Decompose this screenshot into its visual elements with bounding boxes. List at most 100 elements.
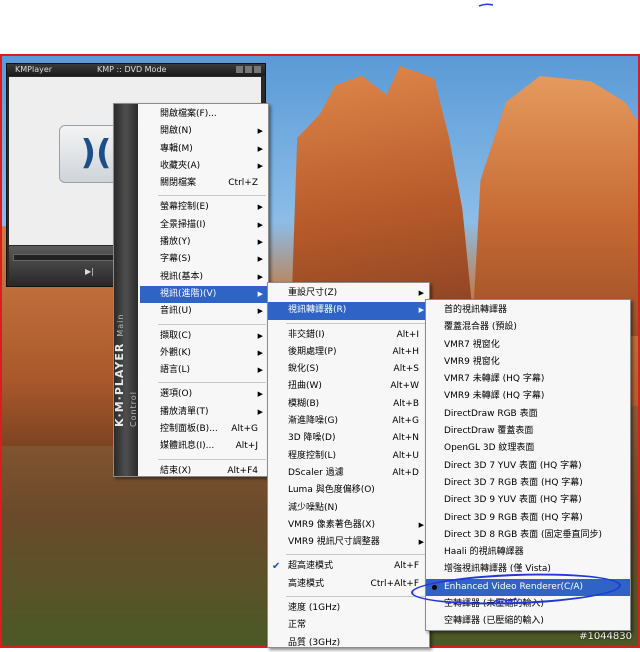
video-menu-item[interactable]: 模糊(B) Alt+B bbox=[268, 396, 429, 413]
menu-item-label: 視訊(進階)(V) bbox=[160, 288, 217, 299]
renderer-menu-item[interactable]: DirectDraw RGB 表面 bbox=[426, 406, 630, 423]
menu-item-shortcut: Alt+B bbox=[393, 398, 419, 409]
menu-brand-strip: K·M·PLAYERMain Control bbox=[113, 104, 138, 476]
menu-separator bbox=[286, 596, 427, 598]
menu-separator bbox=[158, 382, 266, 384]
play-icon[interactable]: ▶| bbox=[85, 267, 94, 276]
renderer-menu-item[interactable]: Direct 3D 9 RGB 表面 (HQ 字幕) bbox=[426, 510, 630, 527]
minimize-icon[interactable] bbox=[236, 66, 243, 73]
renderer-menu-item[interactable]: VMR9 視窗化 bbox=[426, 354, 630, 371]
main-menu-item[interactable]: 視訊(進階)(V) ▶ bbox=[140, 285, 268, 304]
video-menu-item[interactable]: 視訊轉譯器(R) ▶ bbox=[268, 302, 429, 320]
menu-item-label: 品質 (3GHz) bbox=[288, 637, 341, 648]
menu-item-label: 視訊轉譯器(R) bbox=[288, 305, 347, 316]
video-menu-item[interactable]: 正常 bbox=[268, 617, 429, 634]
menu-item-shortcut: Ctrl+Z bbox=[228, 178, 258, 189]
main-menu-item[interactable]: 收藏夾(A) ▶ bbox=[140, 158, 268, 175]
main-menu-item[interactable]: 語言(L) ▶ bbox=[140, 362, 268, 379]
menu-item-shortcut: Alt+H bbox=[392, 346, 420, 357]
video-menu-item[interactable]: 速度 (1GHz) bbox=[268, 600, 429, 617]
video-menu-item[interactable]: 非交錯(I) Alt+I bbox=[268, 327, 429, 344]
main-menu-item[interactable]: 字幕(S) ▶ bbox=[140, 251, 268, 268]
video-menu-item[interactable]: 重設尺寸(Z) ▶ bbox=[268, 285, 429, 302]
main-menu-item[interactable]: 螢幕控制(E) ▶ bbox=[140, 199, 268, 216]
renderer-menu-item[interactable]: 覆蓋混合器 (預設) bbox=[426, 319, 630, 336]
video-menu-item[interactable]: 漸進降噪(G) Alt+G bbox=[268, 413, 429, 430]
video-menu-item[interactable]: 3D 降噪(D) Alt+N bbox=[268, 430, 429, 447]
menu-item-label: 開啟(N) bbox=[160, 126, 192, 137]
submenu-arrow-icon: ▶ bbox=[257, 220, 263, 229]
menu-item-label: VMR7 未轉譯 (HQ 字幕) bbox=[444, 374, 545, 385]
video-menu-item[interactable]: 銳化(S) Alt+S bbox=[268, 361, 429, 378]
menu-item-label: DScaler 過濾 bbox=[288, 467, 344, 478]
video-menu-item[interactable]: 後期處理(P) Alt+H bbox=[268, 344, 429, 361]
renderer-menu-item[interactable]: Direct 3D 8 RGB 表面 (固定垂直同步) bbox=[426, 527, 630, 544]
menu-item-shortcut: Alt+F4 bbox=[227, 465, 258, 476]
main-menu-item[interactable]: 媒體訊息(I)... Alt+J bbox=[140, 438, 268, 455]
menu-item-shortcut: Alt+G bbox=[231, 424, 258, 435]
video-menu-item[interactable]: DScaler 過濾 Alt+D bbox=[268, 465, 429, 482]
menu-item-label: 漸進降噪(G) bbox=[288, 416, 338, 427]
menu-item-label: Direct 3D 8 RGB 表面 (固定垂直同步) bbox=[444, 529, 603, 540]
rock-formation bbox=[472, 76, 638, 336]
submenu-arrow-icon: ▶ bbox=[257, 289, 263, 298]
menu-item-label: 擷取(C) bbox=[160, 330, 192, 341]
video-menu-item[interactable]: Luma 與色度偏移(O) bbox=[268, 482, 429, 499]
maximize-icon[interactable] bbox=[245, 66, 252, 73]
app-title: KMPlayer bbox=[15, 65, 53, 74]
main-menu-item[interactable]: 播放清單(T) ▶ bbox=[140, 404, 268, 421]
main-menu-item[interactable]: 關閉檔案 Ctrl+Z bbox=[140, 175, 268, 192]
video-menu-item[interactable]: 減少噪點(N) bbox=[268, 500, 429, 517]
menu-item-label: Direct 3D 7 RGB 表面 (HQ 字幕) bbox=[444, 477, 583, 488]
main-menu-item[interactable]: 控制面板(B)... Alt+G bbox=[140, 421, 268, 438]
submenu-arrow-icon: ▶ bbox=[257, 144, 263, 153]
main-menu-item[interactable]: 結束(X) Alt+F4 bbox=[140, 463, 268, 480]
main-menu-item[interactable]: 視訊(基本) ▶ bbox=[140, 269, 268, 286]
renderer-menu-item[interactable]: VMR7 未轉譯 (HQ 字幕) bbox=[426, 371, 630, 388]
renderer-menu-item[interactable]: 空轉譯器 (已壓縮的輸入) bbox=[426, 613, 630, 630]
menu-item-label: 銳化(S) bbox=[288, 364, 319, 375]
renderer-menu-item[interactable]: Direct 3D 9 YUV 表面 (HQ 字幕) bbox=[426, 492, 630, 509]
menu-item-label: VMR9 未轉譯 (HQ 字幕) bbox=[444, 391, 545, 402]
rock-formation bbox=[291, 66, 472, 306]
renderer-menu-item[interactable]: Direct 3D 7 RGB 表面 (HQ 字幕) bbox=[426, 475, 630, 492]
main-menu-item[interactable]: 音訊(U) ▶ bbox=[140, 303, 268, 320]
title-bar[interactable]: KMPlayer KMP :: DVD Mode bbox=[7, 64, 265, 76]
main-menu-item[interactable]: 開啟檔案(F)... bbox=[140, 106, 268, 123]
renderer-menu-item[interactable]: Direct 3D 7 YUV 表面 (HQ 字幕) bbox=[426, 458, 630, 475]
menu-separator bbox=[286, 554, 427, 556]
menu-item-label: 全景掃描(I) bbox=[160, 219, 206, 230]
main-menu-item[interactable]: 擷取(C) ▶ bbox=[140, 328, 268, 345]
main-menu-item[interactable]: 播放(Y) ▶ bbox=[140, 234, 268, 251]
menu-item-shortcut: Alt+W bbox=[390, 381, 419, 392]
main-menu-item[interactable]: 外觀(K) ▶ bbox=[140, 345, 268, 362]
video-menu-item[interactable]: VMR9 視訊尺寸調整器 ▶ bbox=[268, 534, 429, 551]
renderer-menu-item[interactable]: VMR9 未轉譯 (HQ 字幕) bbox=[426, 388, 630, 405]
menu-item-label: 非交錯(I) bbox=[288, 329, 325, 340]
menu-item-label: 重設尺寸(Z) bbox=[288, 288, 338, 298]
video-menu-item[interactable]: 扭曲(W) Alt+W bbox=[268, 378, 429, 395]
renderer-menu-item[interactable]: DirectDraw 覆蓋表面 bbox=[426, 423, 630, 440]
main-menu-item[interactable]: 開啟(N) ▶ bbox=[140, 123, 268, 140]
renderer-menu-item[interactable]: 首的視訊轉譯器 bbox=[426, 302, 630, 319]
main-menu-item[interactable]: 全景掃描(I) ▶ bbox=[140, 217, 268, 234]
menu-item-label: 語言(L) bbox=[160, 365, 191, 376]
menu-item-label: 扭曲(W) bbox=[288, 381, 322, 392]
video-menu-item[interactable]: 品質 (3GHz) bbox=[268, 635, 429, 652]
menu-item-label: Direct 3D 9 YUV 表面 (HQ 字幕) bbox=[444, 495, 582, 506]
submenu-arrow-icon: ▶ bbox=[418, 289, 424, 297]
submenu-arrow-icon: ▶ bbox=[257, 407, 263, 416]
renderer-menu-item[interactable]: VMR7 視窗化 bbox=[426, 337, 630, 354]
video-menu-item[interactable]: 程度控制(L) Alt+U bbox=[268, 448, 429, 465]
close-icon[interactable] bbox=[254, 66, 261, 73]
video-menu-item[interactable]: 高速模式 Ctrl+Alt+F bbox=[268, 576, 429, 593]
video-menu-item[interactable]: VMR9 像素著色器(X) ▶ bbox=[268, 517, 429, 534]
renderer-menu-item[interactable]: OpenGL 3D 紋理表面 bbox=[426, 440, 630, 457]
menu-item-label: 高速模式 bbox=[288, 578, 325, 589]
menu-item-shortcut: Alt+J bbox=[235, 441, 258, 452]
menu-item-label: Direct 3D 7 YUV 表面 (HQ 字幕) bbox=[444, 460, 582, 471]
video-menu-item[interactable]: ✔ 超高速模式 Alt+F bbox=[268, 558, 429, 575]
main-menu-item[interactable]: 專輯(M) ▶ bbox=[140, 141, 268, 158]
main-menu-item[interactable]: 選項(O) ▶ bbox=[140, 386, 268, 403]
renderer-menu-item[interactable]: Haali 的視訊轉譯器 bbox=[426, 544, 630, 561]
